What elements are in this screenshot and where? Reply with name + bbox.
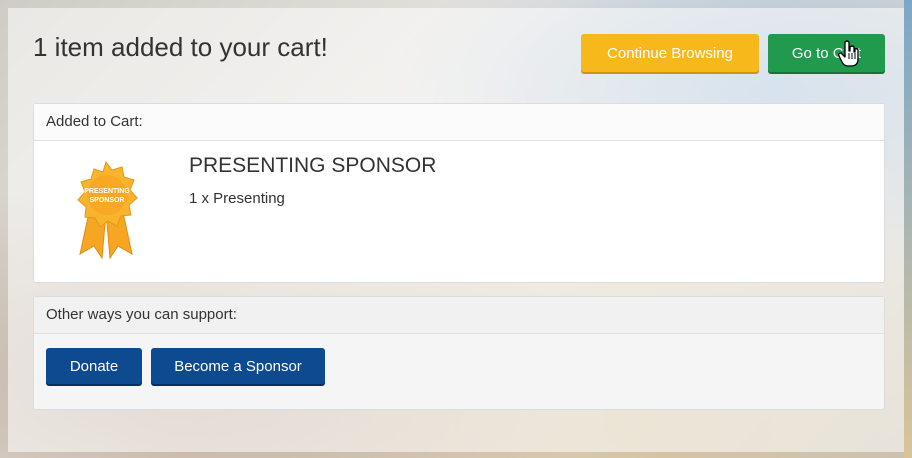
support-panel: Other ways you can support: Donate Becom…: [33, 296, 885, 410]
ribbon-badge-icon: PRESENTING SPONSOR: [77, 160, 138, 260]
donate-button[interactable]: Donate: [46, 348, 142, 384]
background-edge: [904, 0, 912, 458]
continue-browsing-button[interactable]: Continue Browsing: [581, 34, 759, 72]
item-quantity: 1 x Presenting: [189, 190, 285, 207]
badge-text-line1: PRESENTING: [84, 188, 130, 195]
hand-cursor-icon: [838, 40, 859, 67]
become-sponsor-button[interactable]: Become a Sponsor: [151, 348, 325, 384]
added-to-cart-heading: Added to Cart:: [34, 104, 884, 141]
item-name: PRESENTING SPONSOR: [189, 154, 437, 177]
added-to-cart-panel: Added to Cart: PRESENTING SPONSOR PRESEN…: [33, 103, 885, 283]
support-heading: Other ways you can support:: [34, 297, 884, 334]
badge-text-line2: SPONSOR: [89, 197, 124, 204]
page-title: 1 item added to your cart!: [33, 32, 328, 62]
go-to-cart-button[interactable]: Go to Cart: [768, 34, 885, 72]
